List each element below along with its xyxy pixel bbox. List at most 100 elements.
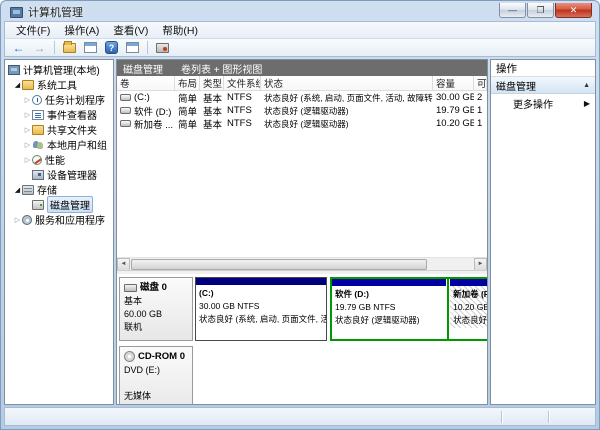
tree-item-computer-management[interactable]: 计算机管理(本地) xyxy=(5,62,113,77)
cdrom-drive: DVD (E:) xyxy=(124,364,188,377)
expander-collapsed-icon[interactable]: ▷ xyxy=(23,111,32,119)
show-console-tree-button[interactable] xyxy=(60,40,79,56)
disk0-label[interactable]: 磁盘 0 基本 60.00 GB 联机 xyxy=(119,277,193,341)
volume-icon xyxy=(120,94,131,101)
app-icon xyxy=(10,7,23,18)
column-capacity[interactable]: 容量 xyxy=(433,76,474,90)
performance-icon xyxy=(32,155,42,165)
volume-icon xyxy=(120,107,131,114)
column-type[interactable]: 类型 xyxy=(200,76,224,90)
status-bar xyxy=(4,407,596,426)
column-status[interactable]: 状态 xyxy=(261,76,433,90)
disk0-type: 基本 xyxy=(124,295,188,308)
selected-tree-label: 磁盘管理 xyxy=(47,196,93,213)
disk0-status: 联机 xyxy=(124,321,188,334)
column-layout[interactable]: 布局 xyxy=(175,76,200,90)
expander-expanded-icon[interactable]: ◢ xyxy=(13,186,22,194)
tree-item-disk-management[interactable]: 磁盘管理 xyxy=(5,197,113,212)
help-button[interactable]: ? xyxy=(102,40,121,56)
task-scheduler-icon xyxy=(32,95,42,105)
close-button[interactable]: ✕ xyxy=(555,3,592,18)
forward-button[interactable]: → xyxy=(30,40,49,56)
partition-c[interactable]: (C:) 30.00 GB NTFS 状态良好 (系统, 启动, 页面文件, 活… xyxy=(195,277,327,341)
tree-item-system-tools[interactable]: ◢ 系统工具 xyxy=(5,77,113,92)
forward-arrow-icon: → xyxy=(34,43,46,53)
users-icon xyxy=(32,140,44,150)
expander-expanded-icon[interactable]: ◢ xyxy=(13,81,22,89)
scroll-left-arrow[interactable]: ◄ xyxy=(117,258,130,271)
horizontal-scrollbar[interactable]: ◄ ► xyxy=(117,257,487,270)
minimize-button[interactable]: — xyxy=(499,3,526,18)
menu-help[interactable]: 帮助(H) xyxy=(155,21,205,40)
device-manager-icon xyxy=(32,170,44,180)
panel-title: 磁盘管理 xyxy=(123,61,163,76)
menu-bar: 文件(F) 操作(A) 查看(V) 帮助(H) xyxy=(4,21,596,38)
volume-list-header: 卷 布局 类型 文件系统 状态 容量 可 xyxy=(117,76,487,91)
console-tree: 计算机管理(本地) ◢ 系统工具 ▷ 任务计划程序 ▷ 事件查看器 ▷ 共享文件… xyxy=(4,59,114,405)
system-tools-icon xyxy=(22,80,34,90)
volume-row-f[interactable]: 新加卷 ... 简单 基本 NTFS 状态良好 (逻辑驱动器) 10.20 GB… xyxy=(117,117,487,130)
disk-management-tool-button[interactable] xyxy=(153,40,172,56)
tree-item-event-viewer[interactable]: ▷ 事件查看器 xyxy=(5,107,113,122)
menu-file[interactable]: 文件(F) xyxy=(9,21,57,40)
back-button[interactable]: ← xyxy=(9,40,28,56)
statusbar-divider xyxy=(501,411,502,423)
cdrom-row: CD-ROM 0 DVD (E:) 无媒体 xyxy=(119,346,485,404)
expander-collapsed-icon[interactable]: ▷ xyxy=(23,156,32,164)
shared-folders-icon xyxy=(32,125,44,135)
tree-item-storage[interactable]: ◢ 存储 xyxy=(5,182,113,197)
disk-management-icon xyxy=(32,200,44,210)
column-filesystem[interactable]: 文件系统 xyxy=(224,76,261,90)
scroll-right-arrow[interactable]: ► xyxy=(474,258,487,271)
expander-collapsed-icon[interactable]: ▷ xyxy=(23,96,32,104)
computer-management-window: 计算机管理 — ❐ ✕ 文件(F) 操作(A) 查看(V) 帮助(H) ← → … xyxy=(0,0,600,430)
expander-collapsed-icon[interactable]: ▷ xyxy=(23,141,32,149)
cd-icon xyxy=(124,351,135,362)
event-viewer-icon xyxy=(32,110,44,120)
menu-view[interactable]: 查看(V) xyxy=(106,21,155,40)
disk-tool-icon xyxy=(156,43,169,53)
tree-item-performance[interactable]: ▷ 性能 xyxy=(5,152,113,167)
partition-d[interactable]: 软件 (D:) 19.79 GB NTFS 状态良好 (逻辑驱动器) xyxy=(332,279,446,339)
actions-title: 操作 xyxy=(491,60,595,77)
tree-item-services-applications[interactable]: ▷ 服务和应用程序 xyxy=(5,212,113,227)
help-icon: ? xyxy=(105,41,118,54)
tree-item-task-scheduler[interactable]: ▷ 任务计划程序 xyxy=(5,92,113,107)
volume-row-c[interactable]: (C:) 简单 基本 NTFS 状态良好 (系统, 启动, 页面文件, 活动, … xyxy=(117,91,487,104)
actions-section-disk-management[interactable]: 磁盘管理 ▲ xyxy=(491,77,595,94)
expander-collapsed-icon[interactable]: ▷ xyxy=(23,126,32,134)
window-pane-icon xyxy=(84,42,97,53)
services-icon xyxy=(22,215,32,225)
scrollbar-thumb[interactable] xyxy=(131,259,427,270)
toolbar-separator xyxy=(147,41,148,54)
collapse-icon[interactable]: ▲ xyxy=(583,82,590,89)
partition-f-selected[interactable]: 新加卷 (F:) 10.20 GB NTFS 状态良好 (逻辑驱动器) xyxy=(450,279,487,339)
panel-view-mode: 卷列表 + 图形视图 xyxy=(181,61,262,76)
scrollbar-track[interactable] xyxy=(130,258,474,271)
column-volume[interactable]: 卷 xyxy=(117,76,175,90)
column-free[interactable]: 可 xyxy=(474,76,487,90)
properties-button[interactable] xyxy=(123,40,142,56)
volume-icon xyxy=(120,120,131,127)
window-pane-icon xyxy=(126,42,139,53)
maximize-button[interactable]: ❐ xyxy=(527,3,554,18)
primary-partition-strip xyxy=(196,278,326,285)
title-bar: 计算机管理 — ❐ ✕ xyxy=(4,1,596,21)
more-actions-item[interactable]: 更多操作 ▶ xyxy=(491,94,595,112)
toolbar: ← → ? xyxy=(4,38,596,57)
volume-row-d[interactable]: 软件 (D:) 简单 基本 NTFS 状态良好 (逻辑驱动器) 19.79 GB… xyxy=(117,104,487,117)
tree-item-device-manager[interactable]: 设备管理器 xyxy=(5,167,113,182)
disk0-row: 磁盘 0 基本 60.00 GB 联机 (C:) 30.00 GB NTFS 状… xyxy=(119,277,485,341)
cdrom-label[interactable]: CD-ROM 0 DVD (E:) 无媒体 xyxy=(119,346,193,404)
actions-panel: 操作 磁盘管理 ▲ 更多操作 ▶ xyxy=(490,59,596,405)
tree-item-shared-folders[interactable]: ▷ 共享文件夹 xyxy=(5,122,113,137)
window-title: 计算机管理 xyxy=(28,4,499,20)
show-hide-panes-button[interactable] xyxy=(81,40,100,56)
tree-item-local-users-groups[interactable]: ▷ 本地用户和组 xyxy=(5,137,113,152)
menu-action[interactable]: 操作(A) xyxy=(57,21,106,40)
expander-collapsed-icon[interactable]: ▷ xyxy=(13,216,22,224)
extended-partition-divider xyxy=(447,279,449,339)
logical-drive-strip xyxy=(450,279,487,286)
folder-icon xyxy=(63,43,76,53)
toolbar-separator xyxy=(54,41,55,54)
